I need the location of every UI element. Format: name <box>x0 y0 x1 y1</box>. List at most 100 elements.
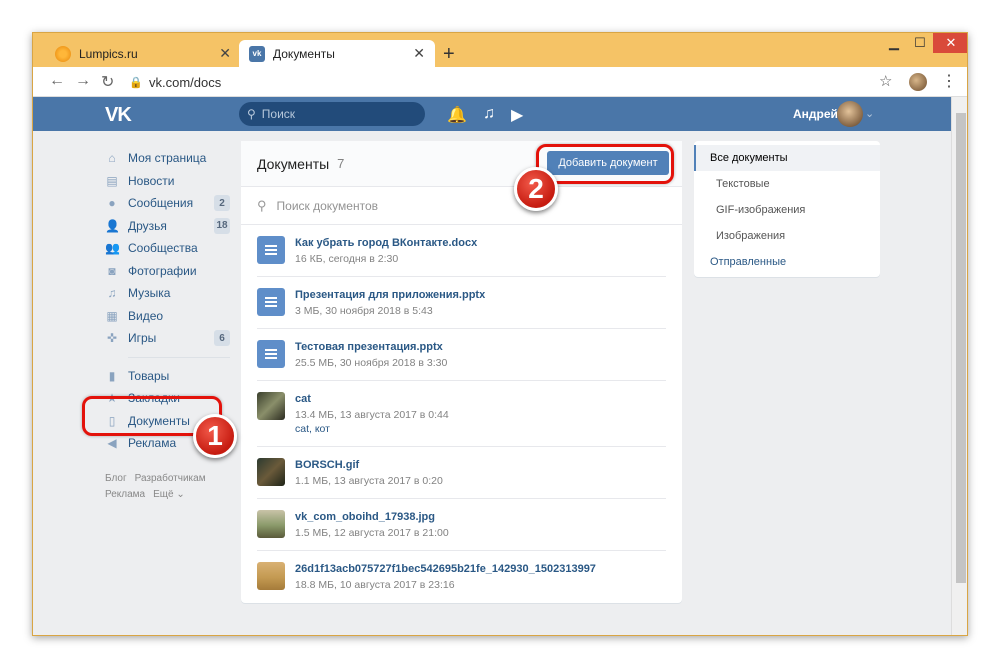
user-avatar[interactable] <box>837 101 863 127</box>
maximize-button[interactable]: ☐ <box>907 33 933 53</box>
document-meta: 1.5 МБ, 12 августа 2017 в 21:00 <box>295 527 449 539</box>
document-name[interactable]: BORSCH.gif <box>295 459 359 471</box>
document-name[interactable]: 26d1f13acb075727f1bec542695b21fe_142930_… <box>295 563 596 575</box>
page-title: Документы <box>257 155 330 172</box>
list-item[interactable]: BORSCH.gif 1.1 МБ, 13 августа 2017 в 0:2… <box>257 447 666 499</box>
page-viewport: VK ⚲ Поиск 🔔 ♫ ▶ Андрей ⌄ ⌂ Моя страница … <box>33 97 951 635</box>
gamepad-icon: ✜ <box>106 331 118 346</box>
forward-arrow-icon[interactable]: → <box>75 72 91 90</box>
sidebar-item-friends[interactable]: 👤 Друзья 18 <box>105 215 230 238</box>
sidebar-item-photos[interactable]: ◙ Фотографии <box>105 260 230 283</box>
bag-icon: ▮ <box>108 368 116 383</box>
sidebar-item-label: Музыка <box>128 286 171 301</box>
footer-link-blog[interactable]: Блог <box>105 473 127 484</box>
vk-header: VK ⚲ Поиск 🔔 ♫ ▶ Андрей ⌄ <box>33 97 951 131</box>
search-icon: ⚲ <box>247 107 256 121</box>
camera-icon: ◙ <box>108 263 116 278</box>
sidebar-item-games[interactable]: ✜ Игры 6 <box>105 327 230 350</box>
tab-label: Документы <box>273 46 335 61</box>
games-badge: 6 <box>214 330 230 346</box>
document-file-icon <box>257 340 285 368</box>
document-thumbnail <box>257 562 285 590</box>
list-item[interactable]: vk_com_oboihd_17938.jpg 1.5 МБ, 12 авгус… <box>257 499 666 551</box>
bell-icon[interactable]: 🔔 <box>447 105 467 125</box>
vk-search-input[interactable]: ⚲ Поиск <box>239 102 425 126</box>
reload-icon[interactable]: ↻ <box>101 72 114 92</box>
sidebar-item-news[interactable]: ▤ Новости <box>105 170 230 193</box>
filter-text[interactable]: Текстовые <box>694 171 880 197</box>
filter-all-documents[interactable]: Все документы <box>694 145 880 171</box>
tab-lumpics[interactable]: Lumpics.ru ✕ <box>45 40 241 67</box>
address-bar[interactable]: 🔒 vk.com/docs <box>129 71 889 93</box>
sidebar-footer: Блог Разработчикам Реклама Ещё ⌄ <box>105 471 230 503</box>
new-tab-button[interactable]: + <box>443 43 455 66</box>
filter-gif[interactable]: GIF-изображения <box>694 197 880 223</box>
sidebar-item-video[interactable]: ▦ Видео <box>105 305 230 328</box>
page-scrollbar[interactable] <box>951 97 967 635</box>
document-meta: 18.8 МБ, 10 августа 2017 в 23:16 <box>295 579 455 591</box>
friends-icon: 👤 <box>105 218 120 233</box>
footer-link-more[interactable]: Ещё ⌄ <box>153 489 185 500</box>
tab-documents[interactable]: vk Документы ✕ <box>239 40 435 67</box>
groups-icon: 👥 <box>105 241 120 256</box>
list-item[interactable]: Как убрать город ВКонтакте.docx 16 КБ, с… <box>257 225 666 277</box>
minimize-button[interactable]: ▁ <box>881 33 907 53</box>
sidebar-item-label: Товары <box>128 368 170 383</box>
document-meta: 16 КБ, сегодня в 2:30 <box>295 253 399 265</box>
document-name[interactable]: Тестовая презентация.pptx <box>295 341 443 353</box>
tab-label: Lumpics.ru <box>79 46 138 61</box>
messages-icon: ● <box>108 196 116 211</box>
sidebar-item-messages[interactable]: ● Сообщения 2 <box>105 192 230 215</box>
callout-number-2: 2 <box>514 167 558 211</box>
sidebar-item-label: Игры <box>128 331 157 346</box>
footer-link-ads[interactable]: Реклама <box>105 489 145 500</box>
close-window-button[interactable]: ✕ <box>933 33 967 53</box>
sidebar-item-my-page[interactable]: ⌂ Моя страница <box>105 147 230 170</box>
documents-count: 7 <box>337 156 345 171</box>
browser-window: Lumpics.ru ✕ vk Документы ✕ + ▁ ☐ ✕ ← → … <box>32 32 968 636</box>
filter-images[interactable]: Изображения <box>694 223 880 249</box>
sidebar-item-goods[interactable]: ▮ Товары <box>105 365 230 388</box>
bookmark-star-icon[interactable]: ☆ <box>879 72 892 90</box>
music-note-icon[interactable]: ♫ <box>483 105 495 123</box>
list-item[interactable]: cat 13.4 МБ, 13 августа 2017 в 0:44 cat,… <box>257 381 666 447</box>
vk-favicon-icon: vk <box>249 45 265 62</box>
document-name[interactable]: Презентация для приложения.pptx <box>295 289 485 301</box>
document-tags[interactable]: cat, кот <box>295 423 330 435</box>
document-name[interactable]: vk_com_oboihd_17938.jpg <box>295 511 435 523</box>
document-meta: 25.5 МБ, 30 ноября 2018 в 3:30 <box>295 357 448 369</box>
vk-logo[interactable]: VK <box>105 104 132 127</box>
document-meta: 1.1 МБ, 13 августа 2017 в 0:20 <box>295 475 443 487</box>
callout-highlight-add-document <box>536 144 674 184</box>
news-icon: ▤ <box>106 173 118 188</box>
sidebar-item-label: Видео <box>128 308 164 323</box>
search-icon: ⚲ <box>257 197 267 213</box>
home-icon: ⌂ <box>108 151 116 166</box>
sidebar-item-groups[interactable]: 👥 Сообщества <box>105 237 230 260</box>
filter-sent[interactable]: Отправленные <box>694 249 880 275</box>
profile-avatar[interactable] <box>909 73 927 91</box>
play-icon[interactable]: ▶ <box>511 105 523 125</box>
sidebar-item-label: Друзья <box>128 218 167 233</box>
sidebar-item-label: Моя страница <box>128 151 207 166</box>
tab-close-icon[interactable]: ✕ <box>219 45 231 62</box>
documents-search-placeholder: Поиск документов <box>276 198 379 213</box>
back-arrow-icon[interactable]: ← <box>49 72 65 90</box>
documents-search-input[interactable]: ⚲ Поиск документов <box>241 187 682 225</box>
list-item[interactable]: 26d1f13acb075727f1bec542695b21fe_142930_… <box>257 551 666 603</box>
document-name[interactable]: Как убрать город ВКонтакте.docx <box>295 237 477 249</box>
tab-close-icon[interactable]: ✕ <box>413 45 425 62</box>
user-name[interactable]: Андрей <box>793 107 838 121</box>
list-item[interactable]: Тестовая презентация.pptx 25.5 МБ, 30 но… <box>257 329 666 381</box>
chevron-down-icon[interactable]: ⌄ <box>865 107 874 120</box>
sidebar-item-label: Реклама <box>128 436 177 451</box>
browser-menu-icon[interactable]: ⋮ <box>941 71 957 91</box>
document-thumbnail <box>257 458 285 486</box>
sidebar-item-label: Сообщения <box>128 196 194 211</box>
list-item[interactable]: Презентация для приложения.pptx 3 МБ, 30… <box>257 277 666 329</box>
sidebar-item-label: Сообщества <box>128 241 198 256</box>
sidebar-item-music[interactable]: ♫ Музыка <box>105 282 230 305</box>
scrollbar-thumb[interactable] <box>956 113 966 583</box>
footer-link-developers[interactable]: Разработчикам <box>135 473 206 484</box>
document-name[interactable]: cat <box>295 393 311 405</box>
